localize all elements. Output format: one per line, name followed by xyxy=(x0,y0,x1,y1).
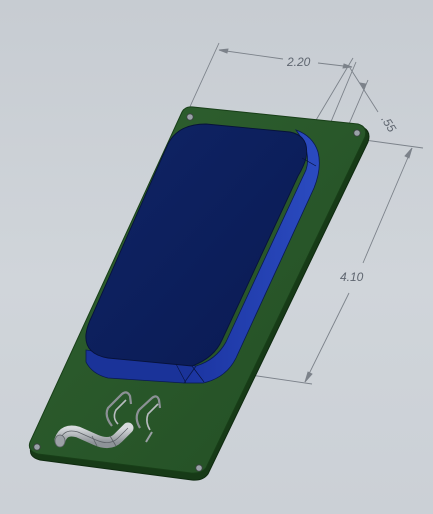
mounting-hole-bottom-left xyxy=(33,443,41,451)
cad-model-view[interactable]: 2.20 .55 4.10 xyxy=(0,0,433,514)
length-dimension-line-a xyxy=(362,147,413,264)
length-dimension-label[interactable]: 4.10 xyxy=(340,270,364,284)
cad-viewport[interactable]: 2.20 .55 4.10 xyxy=(0,0,433,514)
width-dimension-line xyxy=(218,49,284,60)
length-arrow-bottom xyxy=(304,371,313,383)
cable-end-cap xyxy=(54,434,66,448)
mounting-hole-top-left xyxy=(186,113,194,121)
width-dimension-label[interactable]: 2.20 xyxy=(286,55,311,69)
mounting-hole-bottom-right xyxy=(195,464,203,472)
battery-pack[interactable] xyxy=(85,123,320,384)
length-arrow-top xyxy=(404,147,413,159)
mounting-hole-top-right xyxy=(353,129,361,137)
depth-arrow xyxy=(359,82,367,92)
length-dimension-line-b xyxy=(304,292,350,383)
width-arrow-left xyxy=(218,48,229,54)
depth-dimension-label[interactable]: .55 xyxy=(378,113,399,135)
width-arrow-right xyxy=(342,63,353,69)
